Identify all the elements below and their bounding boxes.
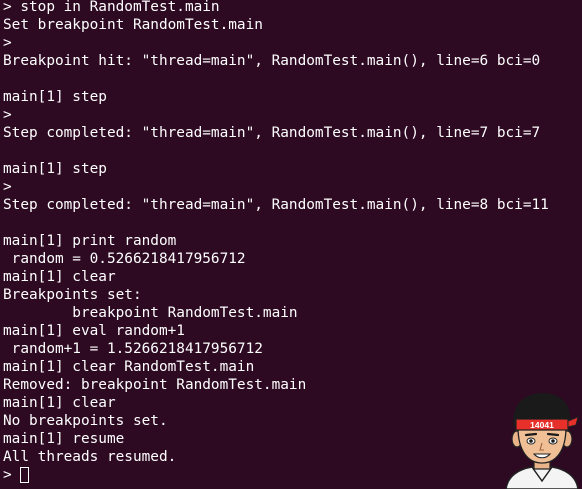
terminal-line: main[1] clear RandomTest.main — [3, 359, 255, 375]
terminal-line: main[1] step — [3, 161, 107, 177]
terminal-line: > — [3, 35, 12, 51]
terminal-line: > — [3, 179, 12, 195]
terminal-line: main[1] print random — [3, 233, 177, 249]
terminal-line: main[1] clear — [3, 269, 116, 285]
terminal-line: No breakpoints set. — [3, 413, 168, 429]
terminal-line: > — [3, 107, 12, 123]
terminal-window[interactable]: > stop in RandomTest.main Set breakpoint… — [0, 0, 582, 489]
headband-text: 14041 — [530, 420, 554, 430]
avatar-watermark: 14041 — [505, 393, 579, 489]
terminal-line: Breakpoint hit: "thread=main", RandomTes… — [3, 53, 541, 69]
prompt-line[interactable]: > — [3, 466, 582, 484]
terminal-line: Removed: breakpoint RandomTest.main — [3, 377, 307, 393]
terminal-cursor[interactable] — [20, 467, 30, 483]
terminal-line: Step completed: "thread=main", RandomTes… — [3, 197, 549, 213]
terminal-line: main[1] eval random+1 — [3, 323, 185, 339]
terminal-line: All threads resumed. — [3, 449, 177, 465]
terminal-line: breakpoint RandomTest.main — [3, 305, 298, 321]
terminal-line: random+1 = 1.5266218417956712 — [3, 341, 263, 357]
terminal-line: main[1] clear — [3, 395, 116, 411]
terminal-line: main[1] resume — [3, 431, 125, 447]
terminal-line: main[1] step — [3, 89, 107, 105]
terminal-line: random = 0.5266218417956712 — [3, 251, 246, 267]
prompt-symbol: > — [3, 467, 21, 483]
terminal-output: > stop in RandomTest.main Set breakpoint… — [3, 0, 582, 484]
terminal-line: Set breakpoint RandomTest.main — [3, 17, 263, 33]
terminal-line: Step completed: "thread=main", RandomTes… — [3, 125, 541, 141]
terminal-line: > stop in RandomTest.main — [3, 0, 220, 15]
terminal-line: Breakpoints set: — [3, 287, 142, 303]
